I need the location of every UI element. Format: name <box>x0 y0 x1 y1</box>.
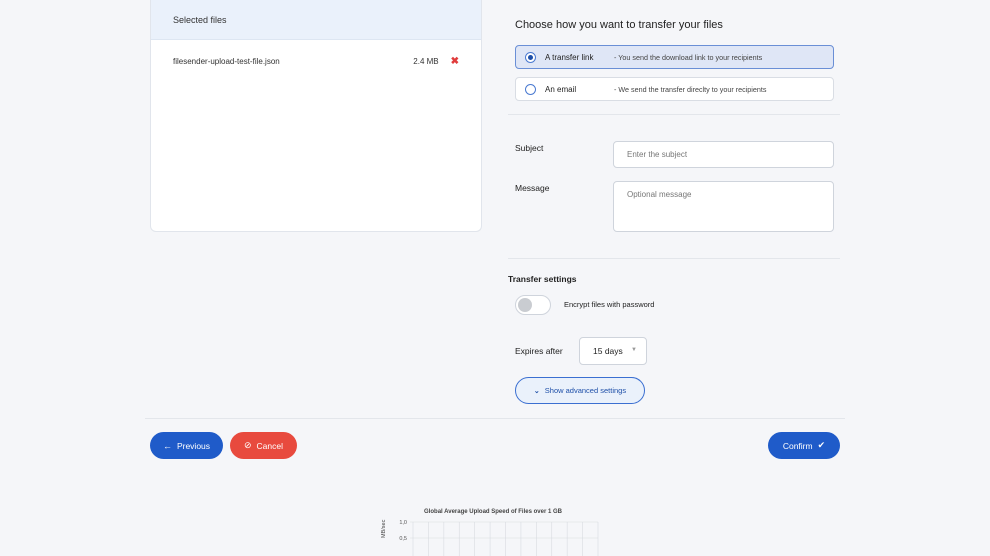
message-textarea[interactable]: Optional message <box>613 181 834 232</box>
expires-select-value: 15 days <box>593 346 623 356</box>
arrow-left-icon: ← <box>162 440 172 451</box>
subject-label: Subject <box>515 143 544 153</box>
divider <box>508 114 840 115</box>
upload-speed-chart: 1,0 0,5 <box>399 520 599 556</box>
option-email-description: - We send the transfer direclty to your … <box>614 84 767 94</box>
encrypt-label: Encrypt files with password <box>564 300 655 309</box>
option-transfer-link-description: - You send the download link to your rec… <box>614 52 763 62</box>
chart-y-tick-label: 0,5 <box>399 536 407 542</box>
chart-y-tick-label: 1,0 <box>399 520 407 526</box>
show-advanced-settings-button[interactable]: ⌄ Show advanced settings <box>515 377 645 404</box>
message-label: Message <box>515 183 550 193</box>
toggle-knob <box>518 298 532 312</box>
selected-files-panel: Selected files filesender-upload-test-fi… <box>150 0 482 232</box>
subject-input[interactable]: Enter the subject <box>613 141 834 168</box>
expires-label: Expires after <box>515 346 563 356</box>
file-size: 2.4 MB <box>413 56 439 66</box>
option-transfer-link-label: A transfer link <box>545 52 594 62</box>
transfer-method-title: Choose how you want to transfer your fil… <box>515 19 723 31</box>
divider <box>508 258 840 259</box>
radio-unselected-icon[interactable] <box>525 83 536 95</box>
file-row: filesender-upload-test-file.json 2.4 MB … <box>151 40 481 82</box>
confirm-button[interactable]: Confirm ✔ <box>768 432 840 459</box>
option-email[interactable]: An email - We send the transfer direclty… <box>515 77 834 101</box>
chevron-down-icon: ⌄ <box>533 387 540 395</box>
cancel-icon: ⊘ <box>243 440 252 450</box>
selected-files-header: Selected files <box>151 0 481 40</box>
chart-title: Global Average Upload Speed of Files ove… <box>424 509 562 515</box>
previous-button[interactable]: ← Previous <box>150 432 223 459</box>
show-advanced-settings-label: Show advanced settings <box>544 386 627 395</box>
expires-select[interactable]: 15 days ▼ <box>579 337 647 365</box>
cancel-button-label: Cancel <box>256 440 283 451</box>
chart-y-axis-label: MB/sec <box>381 519 387 538</box>
previous-button-label: Previous <box>176 440 211 451</box>
option-transfer-link[interactable]: A transfer link - You send the download … <box>515 45 834 69</box>
cancel-button[interactable]: ⊘ Cancel <box>230 432 297 459</box>
option-email-label: An email <box>545 84 577 94</box>
transfer-settings-title: Transfer settings <box>508 274 577 284</box>
remove-file-icon[interactable]: ✖ <box>451 56 459 67</box>
confirm-button-label: Confirm <box>782 440 813 451</box>
file-name: filesender-upload-test-file.json <box>173 56 280 66</box>
chevron-down-icon: ▼ <box>631 347 637 353</box>
encrypt-toggle[interactable] <box>515 295 551 315</box>
divider <box>145 418 845 419</box>
radio-selected-icon[interactable] <box>525 51 536 63</box>
check-icon: ✔ <box>817 440 826 450</box>
